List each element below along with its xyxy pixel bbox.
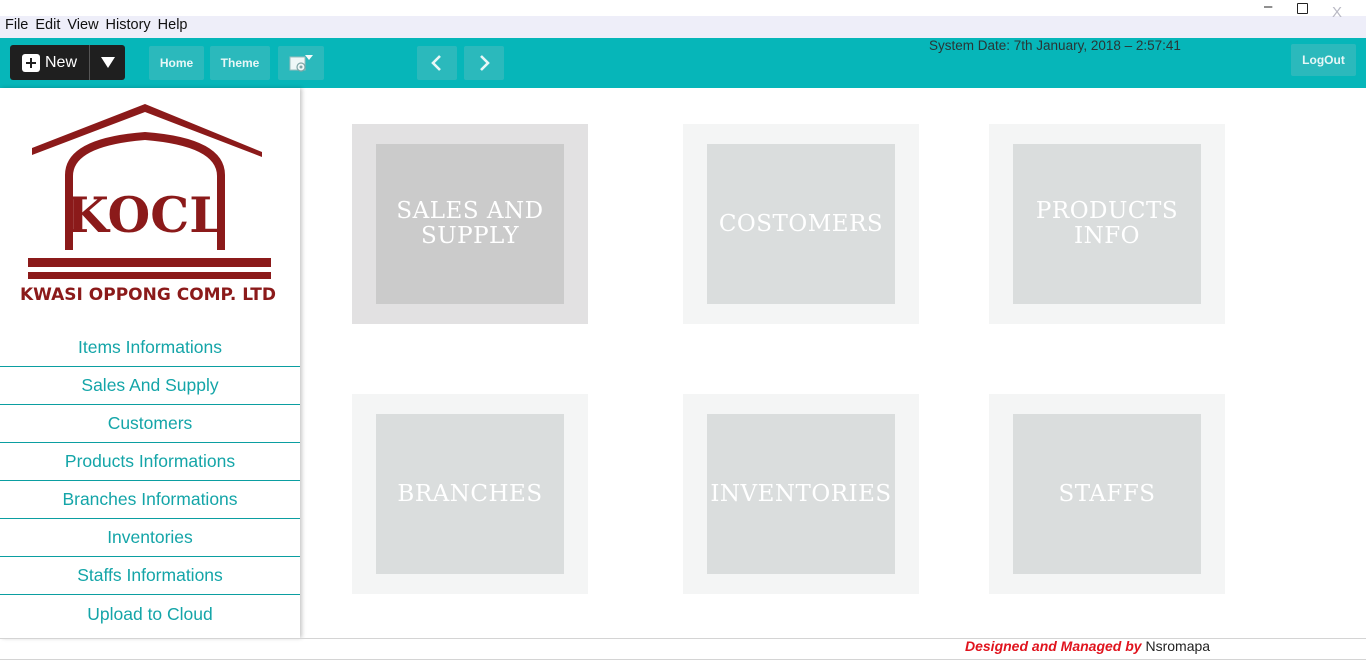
- sidebar-nav: Items Informations Sales And Supply Cust…: [0, 329, 300, 633]
- tile-inventories[interactable]: INVENTORIES: [683, 394, 919, 594]
- back-button[interactable]: [417, 46, 457, 80]
- tile-customers[interactable]: COSTOMERS: [683, 124, 919, 324]
- footer-credit: Designed and Managed by Nsromapa: [965, 638, 1210, 655]
- theme-button[interactable]: Theme: [210, 46, 270, 80]
- logout-button[interactable]: LogOut: [1291, 44, 1356, 76]
- tile-face: BRANCHES: [376, 414, 564, 574]
- new-button-label: New: [45, 53, 78, 71]
- plus-icon: [22, 53, 40, 72]
- forward-button[interactable]: [464, 46, 504, 80]
- tile-face: INVENTORIES: [707, 414, 895, 574]
- tile-label: INVENTORIES: [710, 480, 892, 507]
- tile-staffs[interactable]: STAFFS: [989, 394, 1225, 594]
- sidebar-item-branches-informations[interactable]: Branches Informations: [0, 481, 300, 519]
- tile-face: SALES AND SUPPLY: [376, 144, 564, 304]
- credit-lead: Designed and Managed by: [965, 638, 1142, 654]
- minimize-button[interactable]: –: [1264, 0, 1272, 15]
- menu-items: File Edit View History Help: [5, 17, 188, 33]
- sidebar-item-inventories[interactable]: Inventories: [0, 519, 300, 557]
- app-window: File Edit View History Help – X New Home…: [0, 0, 1366, 661]
- sidebar-item-staffs-informations[interactable]: Staffs Informations: [0, 557, 300, 595]
- tile-label: STAFFS: [1058, 480, 1156, 507]
- company-logo: KOCL KWASI OPPONG COMP. LTD: [10, 100, 290, 310]
- menu-history[interactable]: History: [106, 17, 151, 33]
- sidebar-item-products-informations[interactable]: Products Informations: [0, 443, 300, 481]
- screen-settings-button[interactable]: [278, 46, 324, 80]
- menu-file[interactable]: File: [5, 17, 28, 33]
- sidebar: KOCL KWASI OPPONG COMP. LTD Items Inform…: [0, 88, 300, 638]
- triangle-down-icon: [100, 57, 115, 68]
- svg-text:KOCL: KOCL: [66, 186, 223, 244]
- credit-name: Nsromapa: [1145, 638, 1211, 654]
- tile-sales-and-supply[interactable]: SALES AND SUPPLY: [352, 124, 588, 324]
- maximize-button[interactable]: [1297, 3, 1308, 14]
- sidebar-item-items-informations[interactable]: Items Informations: [0, 329, 300, 367]
- chevron-left-icon: [431, 55, 441, 71]
- tile-label: PRODUCTS INFO: [1035, 198, 1179, 249]
- chevron-right-icon: [480, 55, 490, 71]
- menu-help[interactable]: Help: [158, 17, 188, 33]
- new-split-button: New: [10, 45, 125, 80]
- new-button[interactable]: New: [10, 45, 90, 80]
- toolbar: New Home Theme System Date: 7th January,…: [0, 38, 1366, 88]
- screen-settings-icon: [289, 55, 313, 72]
- new-dropdown-button[interactable]: [90, 57, 125, 68]
- menu-bar: File Edit View History Help – X: [0, 0, 1366, 38]
- menu-edit[interactable]: Edit: [35, 17, 60, 33]
- sidebar-item-upload-to-cloud[interactable]: Upload to Cloud: [0, 595, 300, 633]
- footer-bottom-divider: [0, 659, 1366, 660]
- tile-branches[interactable]: BRANCHES: [352, 394, 588, 594]
- tile-face: STAFFS: [1013, 414, 1201, 574]
- menu-bar-strip: [0, 16, 1366, 38]
- tile-label: SALES AND SUPPLY: [396, 198, 544, 249]
- sidebar-item-customers[interactable]: Customers: [0, 405, 300, 443]
- close-button[interactable]: X: [1332, 4, 1342, 21]
- sidebar-item-sales-and-supply[interactable]: Sales And Supply: [0, 367, 300, 405]
- svg-text:KWASI OPPONG COMP. LTD: KWASI OPPONG COMP. LTD: [20, 285, 276, 305]
- home-button[interactable]: Home: [149, 46, 204, 80]
- menu-view[interactable]: View: [67, 17, 98, 33]
- tile-face: PRODUCTS INFO: [1013, 144, 1201, 304]
- system-date: System Date: 7th January, 2018 – 2:57:41: [929, 38, 1181, 53]
- tile-label: BRANCHES: [397, 480, 543, 507]
- tile-face: COSTOMERS: [707, 144, 895, 304]
- tile-products-info[interactable]: PRODUCTS INFO: [989, 124, 1225, 324]
- tile-label: COSTOMERS: [718, 210, 884, 237]
